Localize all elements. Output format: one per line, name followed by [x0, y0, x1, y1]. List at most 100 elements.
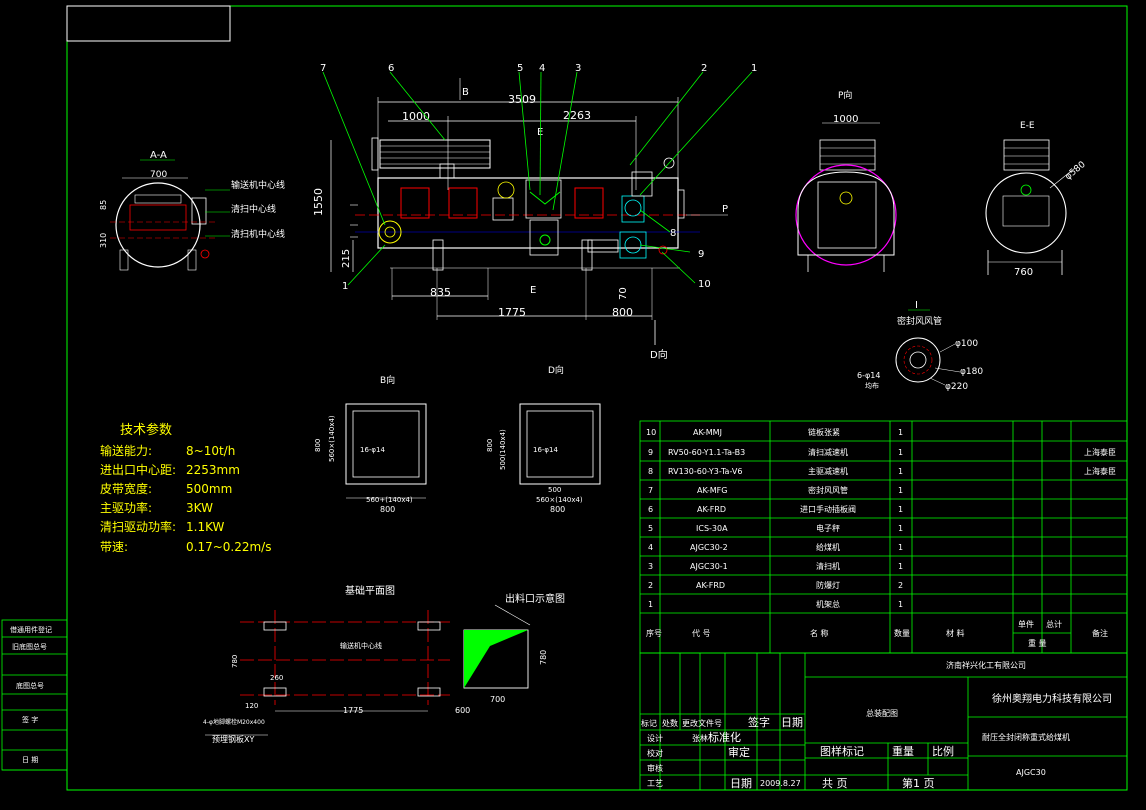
outlet-dim-700: 700 [490, 695, 505, 704]
bom-no-0: 10 [646, 428, 656, 437]
bom-code-7: AJGC30-1 [690, 562, 728, 571]
callout-9: 9 [698, 249, 704, 260]
bom-name-5: 电子秤 [816, 523, 840, 533]
ee-dim-760: 760 [1014, 267, 1033, 278]
bom-qty-3: 1 [898, 486, 903, 495]
d-dim-800v: 800 [486, 439, 494, 452]
view-aa: A-A 700 85 310 输送机中心线 清扫中心线 清扫机中心线 [99, 150, 285, 271]
tb-design-name: 张林 [692, 733, 708, 743]
tb-craft: 工艺 [647, 779, 663, 788]
callout-1-bottom: 1 [342, 281, 348, 292]
callout-5: 5 [517, 63, 523, 74]
tb-design: 设计 [647, 733, 663, 743]
dim-1550: 1550 [312, 188, 325, 216]
view-b: B向 800 560+(140x4) 800 560×(140x4) 16-φ1… [314, 374, 427, 514]
b-dim-560v: 560×(140x4) [328, 415, 336, 462]
bom-code-5: ICS-30A [696, 524, 728, 533]
tech-value-1: 2253mm [186, 463, 240, 477]
plan-dim-1775: 1775 [343, 706, 363, 715]
bom-name-6: 给煤机 [816, 542, 840, 552]
d-dim-500v: 500(140x4) [499, 429, 507, 470]
bom-no-9: 1 [648, 600, 653, 609]
ee-title: E-E [1020, 121, 1035, 131]
bom-header-qty: 数量 [894, 628, 910, 638]
dim-215: 215 [341, 249, 352, 268]
mark-e-bottom: E [530, 285, 536, 296]
d-dim-500: 500 [548, 486, 561, 494]
bom-header-total: 总计 [1046, 619, 1062, 629]
bom-name-1: 清扫减速机 [808, 447, 848, 457]
bom-name-2: 主驱减速机 [808, 466, 848, 476]
bom-qty-8: 2 [898, 581, 903, 590]
aa-title: A-A [150, 150, 167, 161]
plan-dim-780: 780 [231, 655, 239, 668]
ee-dia: φ580 [1064, 160, 1088, 183]
tech-title: 技术参数 [120, 422, 172, 438]
d-dim-560-bottom: 560×(140x4) [536, 496, 583, 504]
bom-no-3: 7 [648, 486, 653, 495]
main-view: 3509 1000 2263 1550 215 835 1775 800 70 … [312, 63, 757, 361]
bom-code-8: AK-FRD [696, 581, 725, 590]
bom-name-3: 密封风风管 [808, 485, 848, 495]
outlet-dim-780: 780 [539, 650, 548, 665]
bom-qty-7: 1 [898, 562, 903, 571]
tech-label-1: 进出口中心距: [100, 462, 176, 477]
tech-value-4: 1.1KW [186, 520, 225, 534]
bom-code-2: RV130-60-Y3-Ta-V6 [668, 467, 742, 476]
bom-header-code: 代 号 [692, 628, 711, 638]
aa-label-cleaner: 清扫机中心线 [231, 228, 285, 240]
plan-note1: 4-φ地脚螺栓M20x400 [203, 718, 265, 726]
b-dim-800v: 800 [314, 439, 322, 452]
d-holes: 16-φ14 [533, 446, 559, 454]
tb-code: AJGC30 [1016, 768, 1046, 777]
bom-qty-0: 1 [898, 428, 903, 437]
d-title: D向 [548, 364, 564, 376]
bom-no-1: 9 [648, 448, 653, 457]
mark-p: P [722, 204, 728, 215]
tb-company1: 济南祥兴化工有限公司 [946, 660, 1026, 670]
tech-label-5: 带速: [100, 540, 128, 554]
callout-8: 8 [670, 228, 676, 239]
tb-label-mark: 标记 [641, 718, 657, 728]
bom-no-2: 8 [648, 467, 653, 476]
mark-b: B [462, 87, 469, 98]
i-dim-100: φ100 [955, 339, 978, 349]
top-left-box [66, 5, 231, 42]
bom-qty-9: 1 [898, 600, 903, 609]
aa-dim-85: 85 [99, 200, 108, 210]
view-d: D向 800 560×(140x4) 800 500(140x4) 16-φ14… [486, 364, 601, 514]
bom-code-3: AK-MFG [697, 486, 727, 495]
i-subtitle: 密封风风管 [897, 315, 942, 327]
i-dim-180: φ180 [960, 367, 983, 377]
bom-header-mat: 材 料 [946, 628, 965, 638]
tech-label-2: 皮带宽度: [100, 481, 152, 496]
drawing-border [66, 5, 1128, 791]
tb-standard: 标准化 [708, 730, 741, 744]
bom-no-5: 5 [648, 524, 653, 533]
bom-header-no: 序号 [646, 628, 662, 638]
plan-center: 输送机中心线 [340, 641, 382, 650]
bom-qty-4: 1 [898, 505, 903, 514]
stamp-1: 旧底图总号 [12, 642, 47, 651]
plan-dim-600: 600 [455, 706, 470, 715]
callout-6: 6 [388, 63, 394, 74]
callout-7: 7 [320, 63, 326, 74]
tb-drawing: 总装配图 [866, 708, 898, 718]
view-outlet: 出料口示意图 780 700 [463, 592, 565, 704]
tb-date-value: 2009.8.27 [760, 779, 801, 788]
bom-qty-5: 1 [898, 524, 903, 533]
tb-product: 耐压全封闭称重式给煤机 [982, 732, 1070, 742]
callout-4: 4 [539, 63, 545, 74]
stamp-2: 底图总号 [16, 681, 44, 690]
plan-note2: 预埋钢板XY [212, 734, 254, 744]
view-ee: E-E 760 φ580 [985, 121, 1088, 278]
bom-qty-6: 1 [898, 543, 903, 552]
tb-company2: 徐州奥翔电力科技有限公司 [992, 692, 1112, 705]
i-dim-220: φ220 [945, 382, 968, 392]
i-title: I [915, 300, 918, 311]
bom-header-weight: 重 量 [1028, 638, 1047, 648]
p-title: P向 [838, 89, 852, 101]
b-dim-560-bottom: 560+(140x4) [366, 496, 413, 504]
stamp-4: 日 期 [22, 756, 38, 764]
tb-date-label: 日期 [730, 777, 752, 790]
